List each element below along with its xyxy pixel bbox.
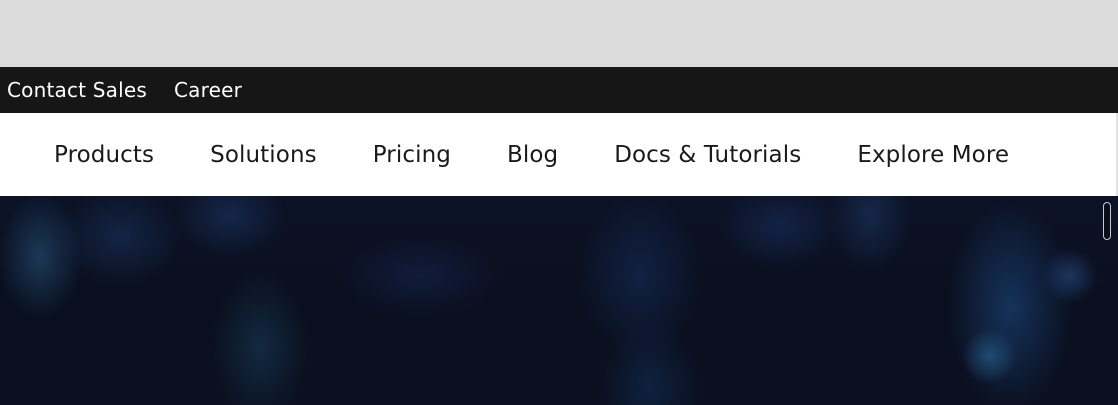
utility-bar: Contact Sales Career [0, 67, 1118, 113]
scrollbar-thumb[interactable] [1103, 202, 1111, 240]
hero-banner [0, 196, 1118, 405]
page: Contact Sales Career Products Solutions … [0, 0, 1118, 405]
nav-item-blog[interactable]: Blog [507, 142, 558, 168]
nav-item-solutions[interactable]: Solutions [210, 142, 317, 168]
top-blank-area [0, 0, 1118, 67]
main-navigation: Products Solutions Pricing Blog Docs & T… [0, 113, 1118, 196]
nav-item-pricing[interactable]: Pricing [373, 142, 451, 168]
career-link[interactable]: Career [174, 67, 242, 113]
nav-item-docs-tutorials[interactable]: Docs & Tutorials [614, 142, 801, 168]
nav-item-products[interactable]: Products [54, 142, 154, 168]
contact-sales-link[interactable]: Contact Sales [7, 67, 147, 113]
nav-item-explore-more[interactable]: Explore More [857, 142, 1009, 168]
